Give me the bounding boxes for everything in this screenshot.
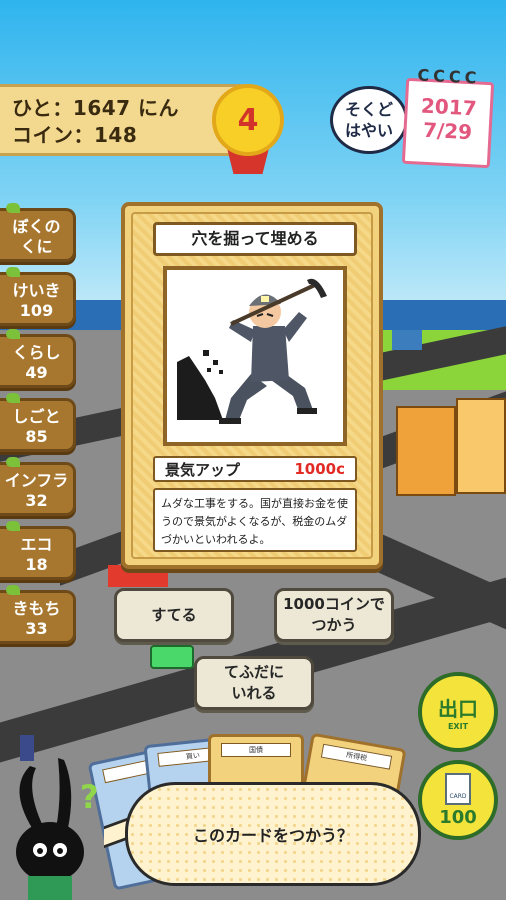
cards-button[interactable]: CARD 100 xyxy=(418,760,498,840)
card-cost: 1000c xyxy=(294,460,345,478)
card-effect-row: 景気アップ 1000c xyxy=(153,456,357,482)
cards-count: 100 xyxy=(439,806,477,828)
leaf-icon xyxy=(6,203,20,213)
building xyxy=(456,398,506,494)
tab-value: 109 xyxy=(19,301,54,320)
discard-button[interactable]: すてる xyxy=(114,588,234,642)
card-illustration xyxy=(163,266,347,446)
level-medal: 4 xyxy=(210,80,286,180)
tab-label: きもち xyxy=(12,599,61,618)
level-number: 4 xyxy=(212,84,284,156)
tab-value: 33 xyxy=(25,619,48,638)
tab-feelings[interactable]: きもち 33 xyxy=(0,585,76,644)
rabbit-mascot: ? xyxy=(2,758,102,900)
building xyxy=(396,406,456,496)
leaf-icon xyxy=(6,393,20,403)
use-coins-button[interactable]: 1000コインで つかう xyxy=(274,588,394,642)
keep-label-1: てふだに xyxy=(223,663,284,681)
leaf-icon xyxy=(6,521,20,531)
speed-label-1: そくど xyxy=(344,100,393,119)
calendar-rings-icon: CCCC xyxy=(416,65,481,88)
miner-icon xyxy=(177,278,327,424)
message-bubble: このカードをつかう？ xyxy=(125,782,421,886)
card-description: ムダな工事をする。国が直接お金を使うので景気がよくなるが、税金のムダづかいといわ… xyxy=(153,488,357,552)
hand-card-title: 所得税 xyxy=(320,743,393,770)
tab-label: しごと xyxy=(12,407,61,426)
message-text: このカードをつかう？ xyxy=(192,826,353,845)
leaf-icon xyxy=(6,329,20,339)
calendar[interactable]: CCCC 2017 7/29 xyxy=(401,65,495,169)
tab-living[interactable]: くらし 49 xyxy=(0,329,76,388)
calendar-year: 2017 xyxy=(420,93,478,121)
leaf-icon xyxy=(6,457,20,467)
car xyxy=(150,645,194,669)
exit-sublabel: EXIT xyxy=(447,722,469,731)
tab-label: くらし xyxy=(12,343,61,362)
svg-text:?: ? xyxy=(80,778,99,816)
rabbit-icon: ? xyxy=(16,758,99,900)
card-title: 穴を掘って埋める xyxy=(153,222,357,256)
effect-label: 景気アップ xyxy=(165,460,241,479)
tab-infrastructure[interactable]: インフラ 32 xyxy=(0,457,76,516)
tab-work[interactable]: しごと 85 xyxy=(0,393,76,452)
tab-label: けいき xyxy=(12,281,61,300)
tab-eco[interactable]: エコ 18 xyxy=(0,521,76,580)
tab-label: エコ xyxy=(20,535,53,554)
exit-button[interactable]: 出口 EXIT xyxy=(418,672,498,752)
tab-value: 49 xyxy=(25,363,48,382)
card-icon: CARD xyxy=(445,772,471,805)
leaf-icon xyxy=(6,267,20,277)
tab-value: 18 xyxy=(25,555,48,574)
use-coins-label-2: つかう xyxy=(311,616,357,634)
tab-value: 32 xyxy=(25,491,48,510)
discard-label: すてる xyxy=(151,605,197,624)
speed-button[interactable]: そくど はやい xyxy=(330,86,408,154)
leaf-icon xyxy=(6,585,20,595)
tab-label: ぼくの xyxy=(12,217,61,236)
keep-label-2: いれる xyxy=(231,684,277,702)
policy-card: 穴を掘って埋める 景気アップ 1000c ムダな工事をする。国が直接お金を使うの… xyxy=(121,202,383,569)
keep-in-hand-button[interactable]: てふだに いれる xyxy=(194,656,314,710)
hand-card-title: 国債 xyxy=(221,743,291,757)
tab-value: くに xyxy=(20,237,53,256)
speed-label-2: はやい xyxy=(344,121,393,140)
tab-label: インフラ xyxy=(4,471,69,490)
use-coins-label-1: 1000コインで xyxy=(283,595,385,613)
tab-my-country[interactable]: ぼくの くに xyxy=(0,203,76,262)
tab-value: 85 xyxy=(25,427,48,446)
calendar-date: 7/29 xyxy=(422,117,473,145)
tab-economy[interactable]: けいき 109 xyxy=(0,267,76,326)
exit-label: 出口 xyxy=(438,697,478,721)
building xyxy=(392,330,422,350)
